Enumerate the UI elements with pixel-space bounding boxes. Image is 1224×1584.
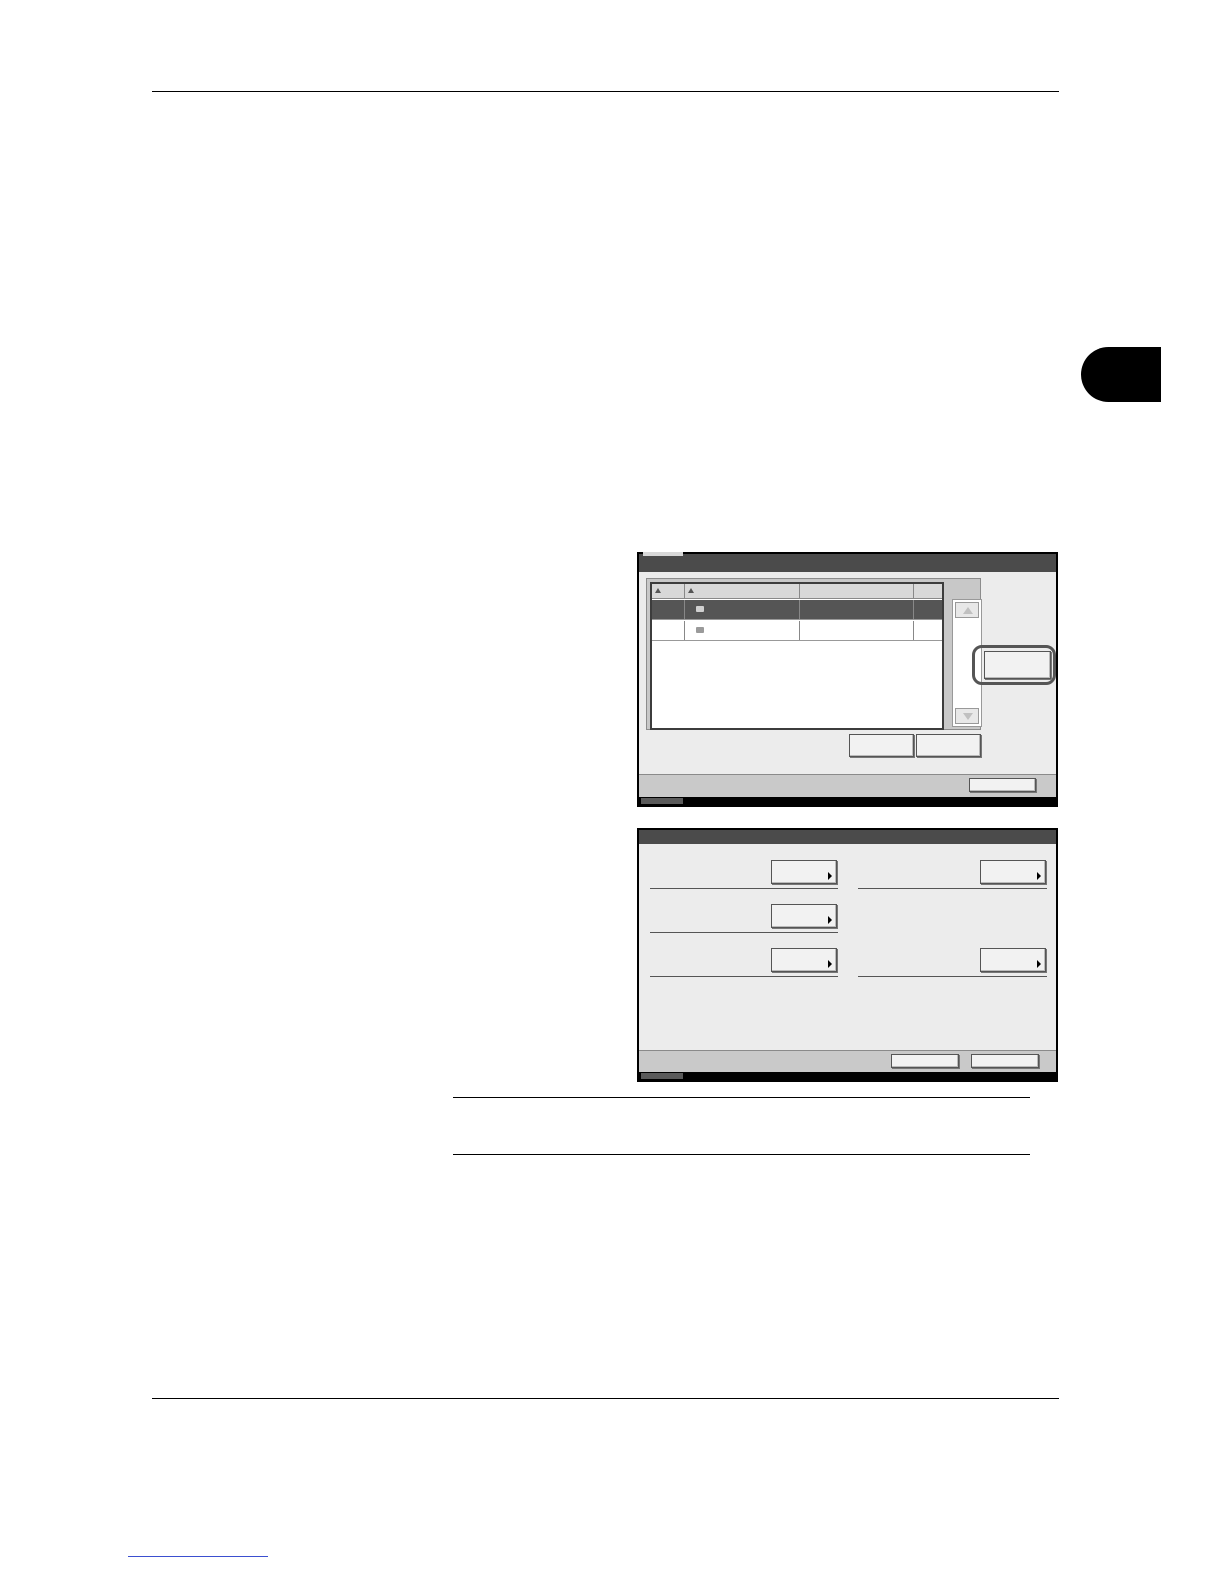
footer-link-underline[interactable]	[128, 1556, 268, 1557]
folder-icon	[696, 627, 704, 633]
status-indicator	[641, 1073, 683, 1079]
arrow-right-icon	[828, 960, 832, 968]
bottom-bar-button-2[interactable]	[971, 1054, 1039, 1068]
setting-button[interactable]	[771, 860, 837, 884]
folder-icon	[696, 606, 704, 612]
column-header-owner[interactable]	[800, 584, 914, 598]
screen-bottom-bar	[639, 774, 1056, 797]
note-top-rule	[453, 1097, 1030, 1098]
arrow-right-icon	[828, 916, 832, 924]
setting-button[interactable]	[980, 948, 1046, 972]
arrow-right-icon	[1037, 872, 1041, 880]
footer-rule	[152, 1398, 1059, 1399]
list-action-button-left[interactable]	[849, 734, 914, 757]
arrow-up-icon	[963, 607, 973, 614]
column-header-number[interactable]	[652, 584, 685, 598]
cell-detail	[914, 600, 947, 619]
panel-screen-folder-list	[637, 552, 1058, 807]
sort-ascending-icon	[688, 588, 694, 593]
status-indicator	[641, 798, 683, 804]
note-bottom-rule	[453, 1154, 1030, 1155]
folder-list	[650, 582, 944, 730]
setting-divider	[650, 932, 838, 933]
cell-number	[652, 621, 685, 640]
scroll-down-button[interactable]	[955, 708, 979, 724]
cell-owner	[800, 621, 914, 640]
status-strip	[639, 797, 1056, 805]
setting-divider	[650, 888, 838, 889]
screen-title-bar	[639, 830, 1056, 844]
setting-button[interactable]	[980, 860, 1046, 884]
list-action-button-right[interactable]	[916, 734, 981, 757]
title-tab-indicator	[643, 552, 683, 556]
highlighted-button[interactable]	[984, 651, 1051, 679]
list-item[interactable]	[652, 621, 942, 641]
arrow-right-icon	[828, 872, 832, 880]
sort-ascending-icon	[655, 588, 661, 593]
arrow-right-icon	[1037, 960, 1041, 968]
column-header-name[interactable]	[685, 584, 800, 598]
screen-bottom-bar	[639, 1050, 1056, 1073]
setting-divider	[650, 976, 838, 977]
status-strip	[639, 1072, 1056, 1080]
list-header	[652, 584, 942, 599]
setting-divider	[858, 888, 1047, 889]
folder-list-frame	[646, 578, 982, 730]
scroll-up-button[interactable]	[955, 602, 979, 618]
list-item[interactable]	[652, 600, 942, 620]
cell-owner	[800, 600, 914, 619]
setting-button[interactable]	[771, 904, 837, 928]
panel-screen-settings	[637, 828, 1058, 1082]
chapter-tab	[1081, 347, 1161, 402]
bottom-bar-button-1[interactable]	[891, 1054, 959, 1068]
screen-title-bar	[639, 552, 1056, 572]
cell-detail	[914, 621, 947, 640]
setting-divider	[858, 976, 1047, 977]
column-header-detail[interactable]	[914, 584, 947, 598]
arrow-down-icon	[963, 713, 973, 720]
header-rule	[152, 91, 1059, 92]
bottom-bar-button[interactable]	[969, 778, 1036, 792]
setting-button[interactable]	[771, 948, 837, 972]
cell-number	[652, 600, 685, 619]
